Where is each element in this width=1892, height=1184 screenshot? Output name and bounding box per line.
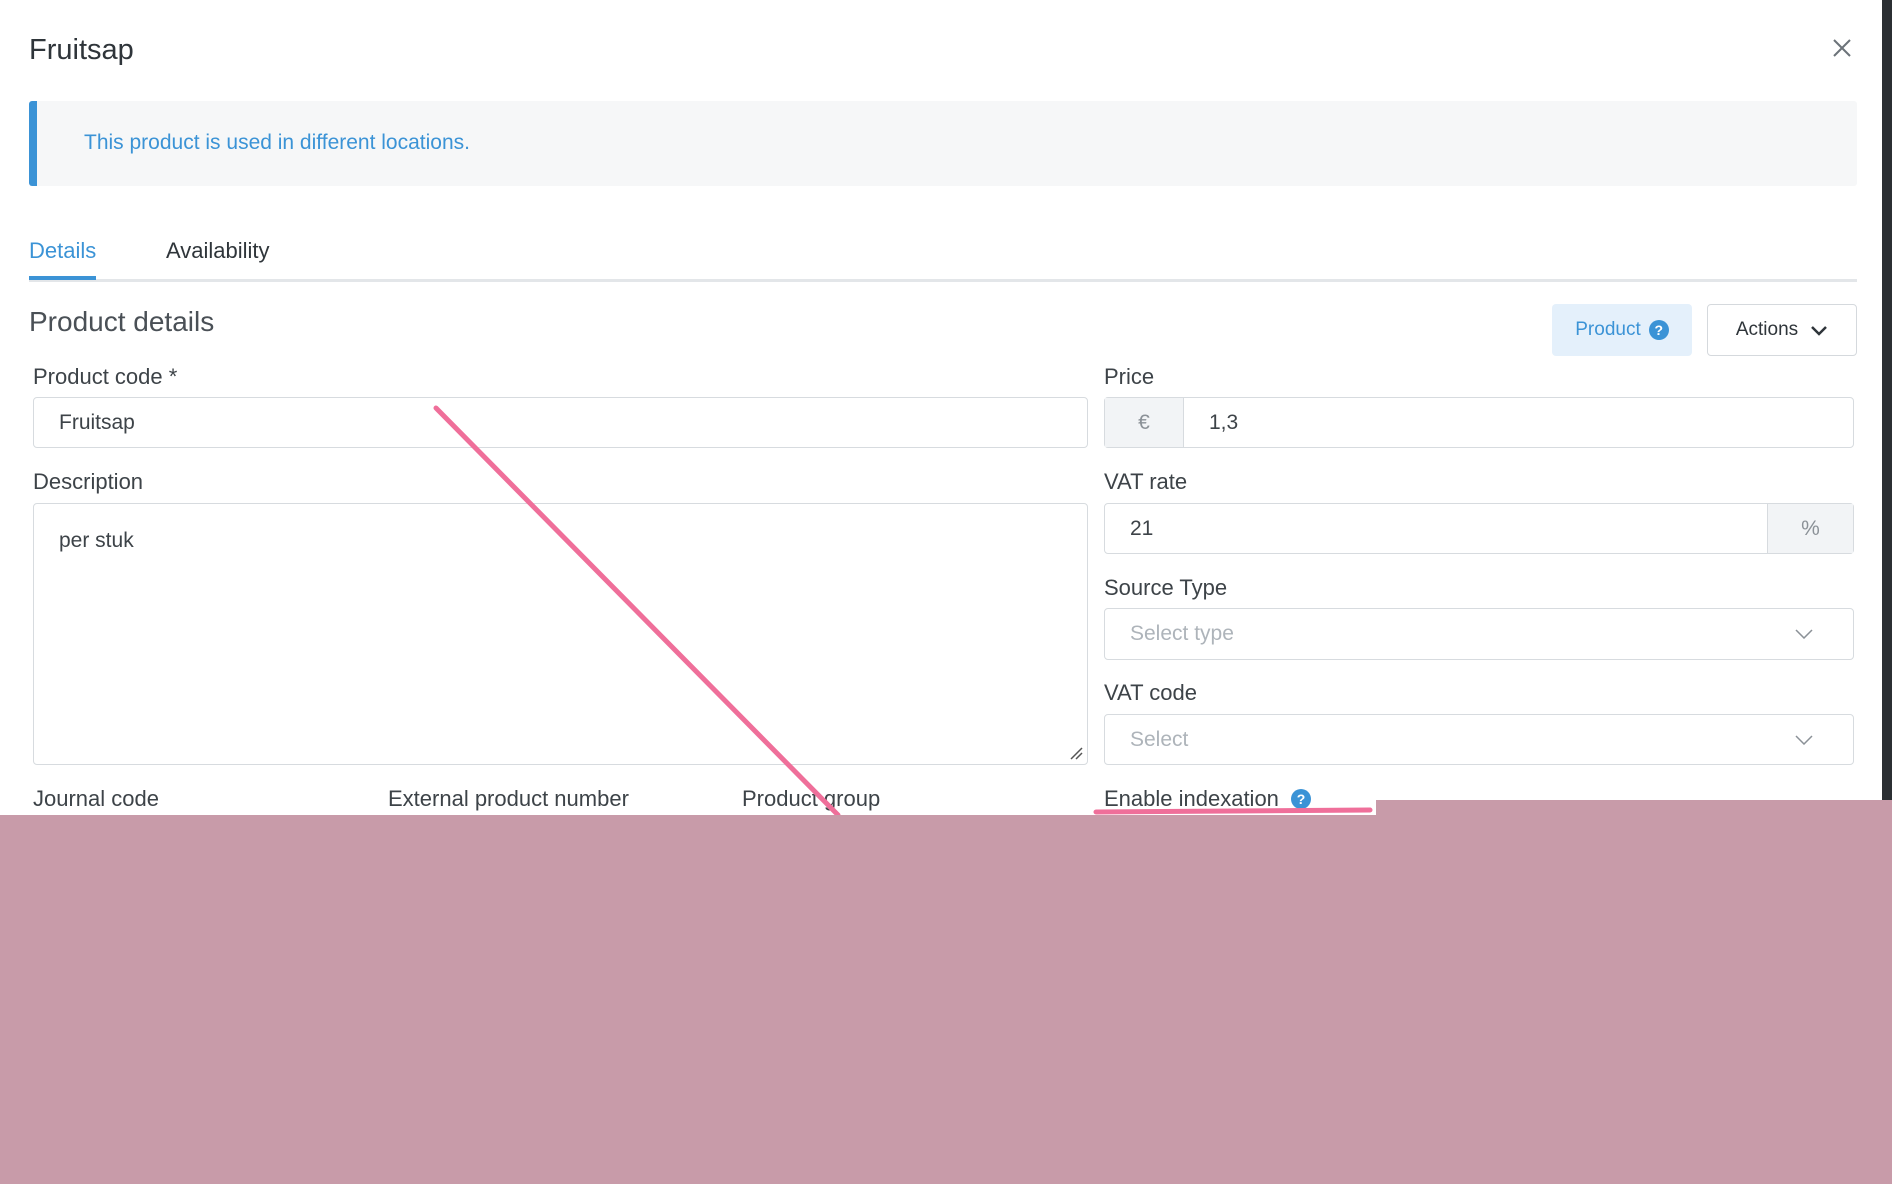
help-icon[interactable]: ? xyxy=(1291,789,1312,809)
source-type-placeholder: Select type xyxy=(1130,622,1234,645)
product-group-label: Product group xyxy=(742,786,881,811)
price-input[interactable]: € 1,3 xyxy=(1104,397,1854,448)
tab-details[interactable]: Details xyxy=(29,238,97,280)
product-code-label: Product code * xyxy=(33,364,178,389)
tab-availability[interactable]: Availability xyxy=(166,238,270,264)
redaction-cover xyxy=(0,815,1892,1184)
resize-grip-icon[interactable] xyxy=(1069,746,1083,760)
help-icon: ? xyxy=(1648,320,1669,340)
tab-bar: Details Availability xyxy=(29,232,1857,282)
description-label: Description xyxy=(33,469,144,494)
close-icon xyxy=(1833,39,1851,57)
actions-button-label: Actions xyxy=(1735,319,1799,340)
cover-notch xyxy=(1376,800,1892,816)
product-info-button[interactable]: Product ? xyxy=(1552,304,1692,356)
chevron-down-icon xyxy=(1795,629,1813,639)
section-title: Product details xyxy=(29,306,215,337)
source-type-select[interactable]: Select type xyxy=(1104,608,1854,660)
vat-rate-label: VAT rate xyxy=(1104,469,1188,494)
vat-code-placeholder: Select xyxy=(1130,727,1189,751)
vat-rate-input[interactable]: 21 % xyxy=(1104,503,1854,554)
product-code-value: Fruitsap xyxy=(59,410,135,434)
actions-dropdown-button[interactable]: Actions xyxy=(1707,304,1857,356)
chevron-down-icon xyxy=(1811,325,1828,336)
description-value: per stuk xyxy=(59,529,134,552)
enable-indexation-text: Enable indexation xyxy=(1104,786,1279,811)
source-type-label: Source Type xyxy=(1104,575,1228,600)
enable-indexation-label: Enable indexation ? xyxy=(1104,786,1312,812)
vat-code-label: VAT code xyxy=(1104,680,1197,705)
modal-title: Fruitsap xyxy=(29,34,134,66)
vat-code-select[interactable]: Select xyxy=(1104,714,1854,765)
journal-code-label: Journal code xyxy=(33,786,159,811)
info-callout: This product is used in different locati… xyxy=(29,101,1857,186)
percent-addon: % xyxy=(1767,504,1853,553)
product-code-input[interactable]: Fruitsap xyxy=(33,397,1088,448)
currency-addon: € xyxy=(1105,398,1184,447)
callout-text: This product is used in different locati… xyxy=(84,131,470,154)
close-button[interactable] xyxy=(1828,34,1856,62)
description-textarea[interactable]: per stuk xyxy=(33,503,1088,765)
price-label: Price xyxy=(1104,364,1155,389)
chevron-down-icon xyxy=(1795,734,1813,745)
product-modal: Fruitsap This product is used in differe… xyxy=(0,0,1892,1184)
vat-rate-value: 21 xyxy=(1130,516,1154,540)
product-button-label: Product xyxy=(1575,319,1641,340)
external-product-number-label: External product number xyxy=(388,786,629,811)
price-value: 1,3 xyxy=(1209,410,1239,434)
